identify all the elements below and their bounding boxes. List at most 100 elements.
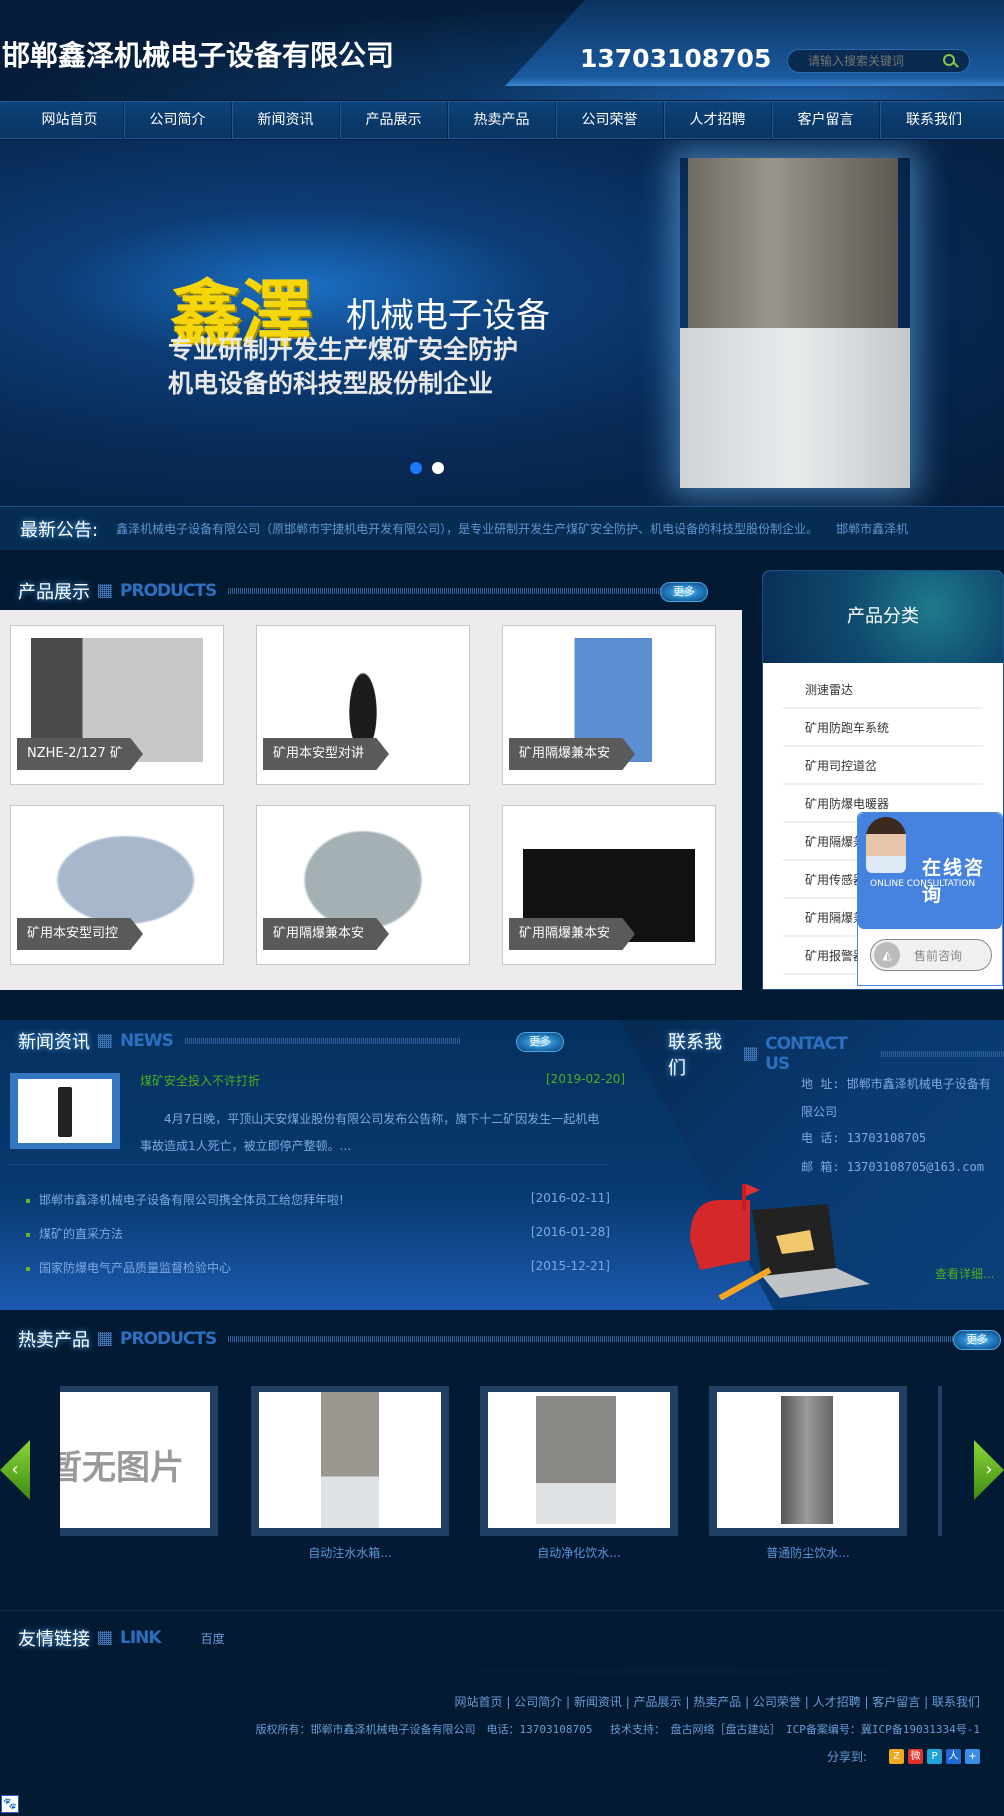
banner-slogan-line1: 专业研制开发生产煤矿安全防护 — [168, 335, 519, 364]
hot-product-image — [717, 1392, 899, 1528]
footer-link-products[interactable]: 产品展示 — [634, 1695, 682, 1709]
nav-item-home[interactable]: 网站首页 — [16, 102, 124, 139]
weibo-icon[interactable]: 微 — [908, 1749, 923, 1764]
friend-link-baidu[interactable]: 百度 — [201, 1630, 225, 1647]
footer-link-guestbook[interactable]: 客户留言 — [872, 1695, 920, 1709]
nav-item-hot-products[interactable]: 热卖产品 — [448, 102, 556, 139]
category-item[interactable]: 矿用防跑车系统 — [783, 709, 983, 747]
presales-consult-button[interactable]: ◭ 售前咨询 — [870, 939, 992, 971]
header: 邯郸鑫泽机械电子设备有限公司 13703108705 — [0, 0, 1004, 100]
nav-item-honors[interactable]: 公司荣誉 — [556, 102, 664, 139]
hero-banner[interactable]: 鑫澤 机械电子设备 专业研制开发生产煤矿安全防护 机电设备的科技型股份制企业 — [0, 140, 1004, 506]
product-caption[interactable]: 矿用本安型司控 — [17, 918, 143, 950]
contact-email: 邮 箱: 13703108705@163.com — [801, 1158, 984, 1175]
site-title[interactable]: 邯郸鑫泽机械电子设备有限公司 — [2, 34, 394, 74]
title-grid-icon — [98, 1034, 112, 1048]
nav-item-products[interactable]: 产品展示 — [340, 102, 448, 139]
category-item[interactable]: 测速雷达 — [783, 671, 983, 709]
nav-item-guestbook[interactable]: 客户留言 — [772, 102, 880, 139]
hot-products-section-title: 热卖产品 PRODUCTS — [18, 1326, 957, 1352]
notice-label: 最新公告: — [20, 519, 99, 541]
product-card[interactable]: 矿用本安型对讲 — [256, 625, 470, 785]
mailbox-flag — [746, 1184, 760, 1196]
products-section-title: 产品展示 PRODUCTS — [18, 578, 669, 604]
news-more-button[interactable]: 更多 — [516, 1032, 564, 1052]
email-value[interactable]: 13703108705@163.com — [847, 1160, 984, 1174]
no-image-placeholder: 暂无图片 — [48, 1448, 184, 1488]
hot-product-name[interactable]: 自动注水水箱... — [251, 1544, 449, 1561]
footer-link-contact[interactable]: 联系我们 — [932, 1695, 980, 1709]
address-label: 地 址: — [801, 1077, 840, 1091]
main-nav: 网站首页 公司简介 新闻资讯 产品展示 热卖产品 公司荣誉 人才招聘 客户留言 … — [0, 101, 1004, 139]
hot-product-card[interactable]: 自动净化饮水... — [480, 1386, 678, 1560]
mailbox-laptop-illustration — [690, 1184, 870, 1300]
product-caption[interactable]: 矿用本安型对讲 — [263, 738, 389, 770]
header-slant-decoration — [505, 0, 1004, 86]
product-card[interactable]: 矿用隔爆兼本安 — [502, 625, 716, 785]
news-list-item[interactable]: 煤矿的直采方法 [2016-01-28] — [26, 1225, 610, 1242]
search-icon[interactable] — [943, 54, 955, 66]
footer-link-honors[interactable]: 公司荣誉 — [753, 1695, 801, 1709]
category-item[interactable]: 矿用司控道岔 — [783, 747, 983, 785]
product-card[interactable]: 矿用隔爆兼本安 — [256, 805, 470, 965]
online-consult-widget[interactable]: 在线咨询 ONLINE CONSULTATION ◭ 售前咨询 — [857, 812, 1003, 986]
contact-view-detail-link[interactable]: 查看详细... — [935, 1265, 994, 1282]
hot-product-name[interactable]: 自动净化饮水... — [480, 1544, 678, 1561]
nav-item-contact[interactable]: 联系我们 — [880, 102, 988, 139]
links-section-title: 友情链接 LINK 百度 — [18, 1625, 225, 1651]
section-divider — [0, 1610, 1004, 1611]
news-featured-title[interactable]: 煤矿安全投入不许打折 — [140, 1072, 260, 1089]
product-card[interactable]: 矿用隔爆兼本安 — [502, 805, 716, 965]
product-card[interactable]: NZHE-2/127 矿 — [10, 625, 224, 785]
nav-item-about[interactable]: 公司简介 — [124, 102, 232, 139]
search-input[interactable] — [788, 54, 928, 68]
water-dispenser-shape — [781, 1396, 833, 1524]
hot-product-card[interactable]: 普通防尘饮水... — [709, 1386, 907, 1560]
links-title-en: LINK — [120, 1628, 162, 1648]
slider-dots — [410, 462, 444, 474]
news-item-date: [2015-12-21] — [530, 1259, 610, 1273]
email-label: 邮 箱: — [801, 1160, 840, 1174]
title-dotted-line — [228, 588, 669, 594]
nav-item-news[interactable]: 新闻资讯 — [232, 102, 340, 139]
footer-link-home[interactable]: 网站首页 — [454, 1695, 502, 1709]
mailbox-flag-pole — [742, 1184, 746, 1210]
product-caption[interactable]: 矿用隔爆兼本安 — [509, 918, 635, 950]
renren-icon[interactable]: 人 — [946, 1749, 961, 1764]
products-more-button[interactable]: 更多 — [660, 582, 708, 602]
more-share-icon[interactable]: + — [965, 1749, 980, 1764]
products-grid: NZHE-2/127 矿 矿用本安型对讲 矿用隔爆兼本安 矿用本安型司控 矿用隔… — [0, 610, 742, 990]
footer-link-jobs[interactable]: 人才招聘 — [813, 1695, 861, 1709]
product-caption[interactable]: 矿用隔爆兼本安 — [509, 738, 635, 770]
hot-product-card[interactable]: 自动注水水箱... — [251, 1386, 449, 1560]
hot-product-name[interactable]: 普通防尘饮水... — [709, 1544, 907, 1561]
footer-nav: 网站首页 | 公司简介 | 新闻资讯 | 产品展示 | 热卖产品 | 公司荣誉 … — [454, 1695, 980, 1709]
tqq-icon[interactable]: P — [927, 1749, 942, 1764]
qzone-icon[interactable]: Z — [889, 1749, 904, 1764]
news-item-title[interactable]: 煤矿的直采方法 — [39, 1227, 123, 1241]
slider-dot-2[interactable] — [432, 462, 444, 474]
mailbox-shape — [690, 1200, 750, 1270]
footer-link-about[interactable]: 公司简介 — [514, 1695, 562, 1709]
contact-title-en: CONTACT US — [765, 1034, 848, 1074]
banner-product-image — [680, 158, 910, 488]
footer-link-hot-products[interactable]: 热卖产品 — [693, 1695, 741, 1709]
news-list-item[interactable]: 国家防爆电气产品质量监督检验中心 [2015-12-21] — [26, 1259, 610, 1276]
news-item-title[interactable]: 国家防爆电气产品质量监督检验中心 — [39, 1261, 231, 1275]
news-item-title[interactable]: 邯郸市鑫泽机械电子设备有限公司携全体员工给您拜年啦! — [39, 1193, 344, 1207]
nav-item-jobs[interactable]: 人才招聘 — [664, 102, 772, 139]
hot-products-more-button[interactable]: 更多 — [953, 1330, 1001, 1350]
baidu-paw-icon[interactable]: 🐾 — [1, 1795, 19, 1813]
news-featured-image[interactable] — [10, 1073, 120, 1149]
slider-dot-1[interactable] — [410, 462, 422, 474]
search-box[interactable] — [787, 49, 970, 73]
news-featured-date: [2019-02-20] — [546, 1072, 626, 1086]
notice-marquee[interactable]: 鑫泽机械电子设备有限公司（原邯郸市宇捷机电开发有限公司），是专业研制开发生产煤矿… — [116, 520, 908, 537]
product-caption[interactable]: NZHE-2/127 矿 — [17, 738, 143, 770]
pencil — [718, 1267, 772, 1300]
news-list-item[interactable]: 邯郸市鑫泽机械电子设备有限公司携全体员工给您拜年啦! [2016-02-11] — [26, 1191, 610, 1208]
product-caption[interactable]: 矿用隔爆兼本安 — [263, 918, 389, 950]
consult-banner[interactable]: 在线咨询 ONLINE CONSULTATION — [858, 813, 1002, 929]
product-card[interactable]: 矿用本安型司控 — [10, 805, 224, 965]
footer-link-news[interactable]: 新闻资讯 — [574, 1695, 622, 1709]
